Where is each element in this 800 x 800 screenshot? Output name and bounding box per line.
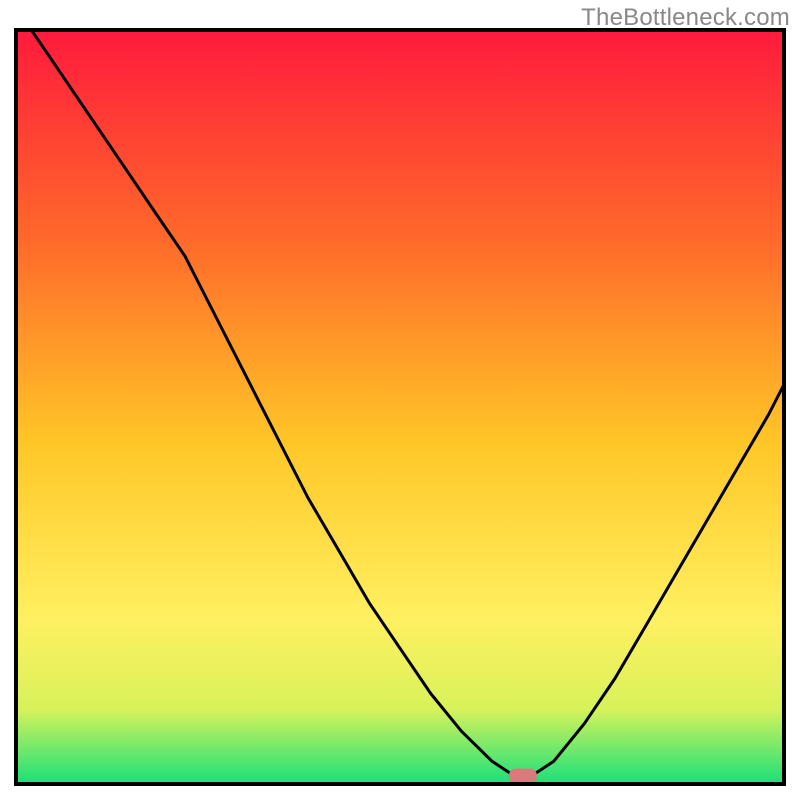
minimum-marker <box>509 769 537 784</box>
bottleneck-chart: TheBottleneck.com <box>0 0 800 800</box>
plot-background <box>16 30 784 784</box>
watermark-text: TheBottleneck.com <box>581 4 790 32</box>
chart-canvas <box>0 0 800 800</box>
